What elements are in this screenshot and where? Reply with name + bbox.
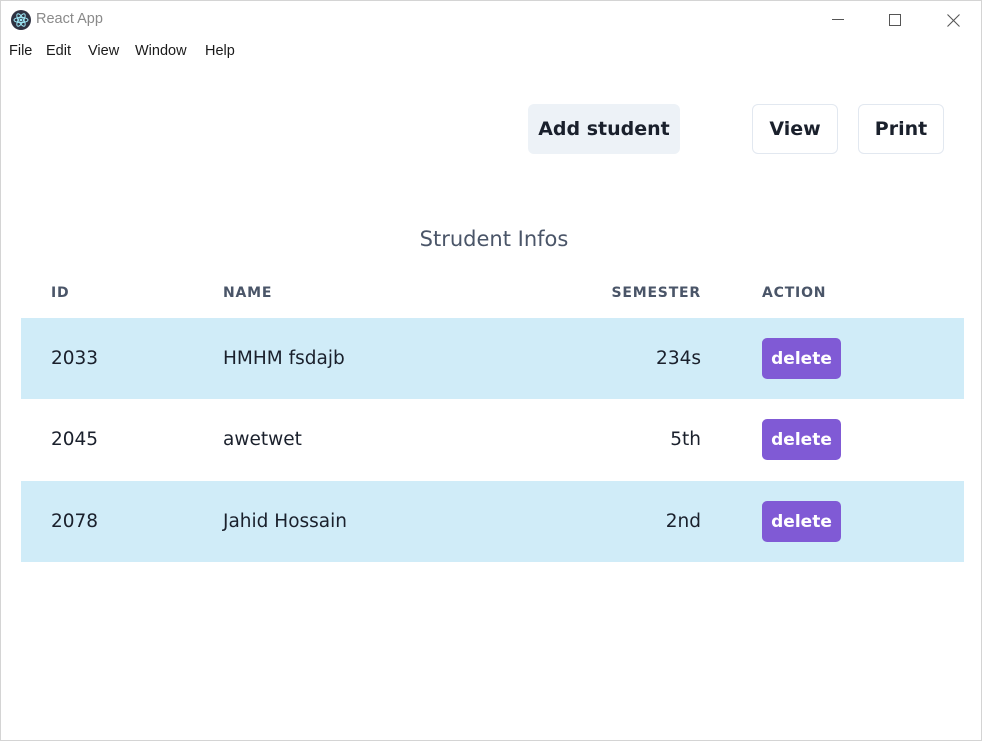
table-row: 2033 HMHM fsdajb 234s delete [21,318,964,399]
cell-name: awetwet [223,429,302,450]
column-header-name: NAME [223,285,273,301]
minimize-button[interactable] [809,1,867,39]
cell-semester: 234s [656,348,701,369]
menu-bar: File Edit View Window Help [1,39,981,65]
table-row: 2045 awetwet 5th delete [21,399,964,480]
app-window: React App File Edit View Window Help Add… [0,0,982,741]
cell-name: Jahid Hossain [223,511,347,532]
delete-button[interactable]: delete [762,338,841,379]
minimize-icon [832,19,844,20]
column-header-id: ID [51,285,70,301]
cell-id: 2078 [51,511,99,532]
delete-button[interactable]: delete [762,419,841,460]
cell-id: 2045 [51,429,99,450]
add-student-button[interactable]: Add student [528,104,680,154]
menu-file[interactable]: File [9,43,32,59]
maximize-button[interactable] [866,1,924,39]
delete-button[interactable]: delete [762,501,841,542]
electron-app-icon [11,10,31,30]
menu-help[interactable]: Help [205,43,235,59]
cell-name: HMHM fsdajb [223,348,345,369]
menu-edit[interactable]: Edit [46,43,71,59]
view-button[interactable]: View [752,104,838,154]
cell-id: 2033 [51,348,99,369]
menu-view[interactable]: View [88,43,119,59]
column-header-semester: SEMESTER [611,285,701,301]
cell-semester: 2nd [665,511,701,532]
title-bar[interactable]: React App [1,1,981,39]
close-icon [947,14,960,27]
table-title: Strudent Infos [419,227,569,251]
cell-semester: 5th [670,429,701,450]
menu-window[interactable]: Window [135,43,187,59]
table-row: 2078 Jahid Hossain 2nd delete [21,481,964,562]
maximize-icon [889,14,901,26]
column-header-action: ACTION [762,285,827,301]
close-button[interactable] [924,1,981,39]
print-button[interactable]: Print [858,104,944,154]
window-title: React App [36,11,103,27]
